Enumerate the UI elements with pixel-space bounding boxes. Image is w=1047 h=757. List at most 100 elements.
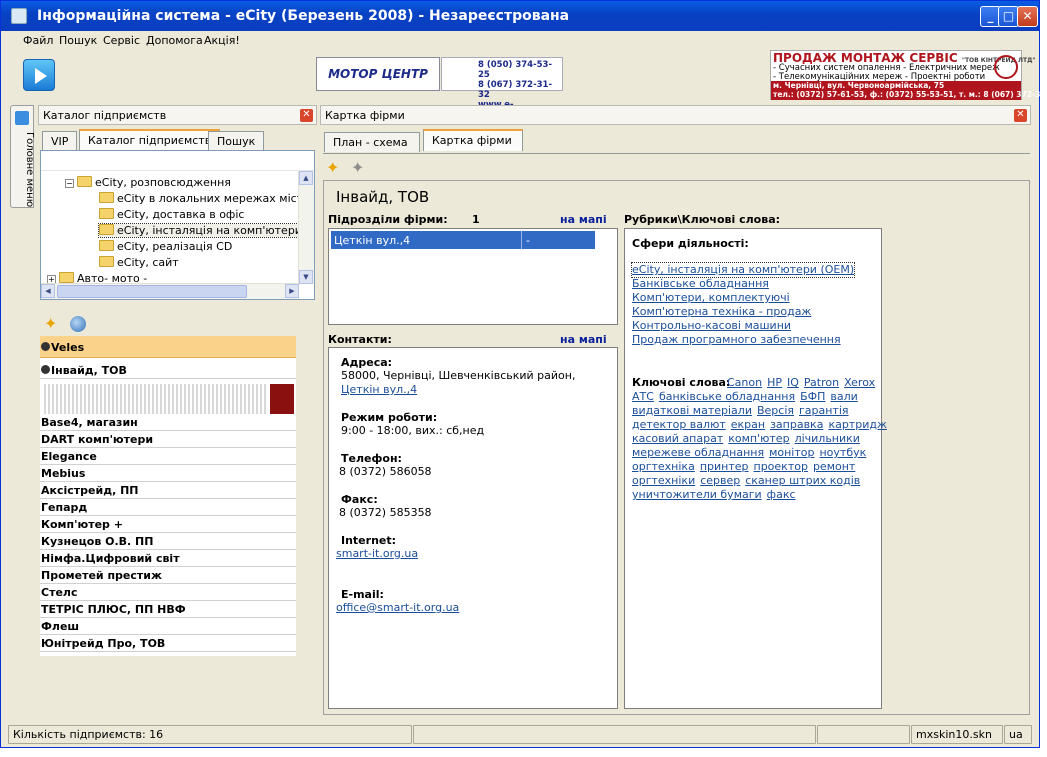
menu-service[interactable]: Сервіс [103, 34, 140, 47]
address-link[interactable]: Цеткін вул.,4 [341, 383, 417, 397]
keyword-link[interactable]: ремонт [813, 460, 855, 473]
menu-file[interactable]: Файл [23, 34, 53, 47]
tree-node[interactable]: − eCity, розповсюдження [65, 176, 231, 189]
tree-node-selected[interactable]: eCity, інсталяція на комп'ютери (OEM) [98, 223, 299, 238]
firm-list-item[interactable]: Base4, магазин [40, 414, 296, 431]
subdivisions-map-link[interactable]: на мапі [560, 213, 607, 226]
firm-list-item[interactable]: DART комп'ютери [40, 431, 296, 448]
firm-name: Кузнецов О.В. ПП [41, 535, 154, 548]
ad-phones[interactable]: 8 (050) 374-53-25 8 (067) 372-31-32 www.… [441, 57, 563, 120]
sphere-link[interactable]: Контрольно-касові машини [632, 319, 791, 333]
collapse-icon[interactable]: − [65, 179, 74, 188]
keyword-link[interactable]: екран [731, 418, 765, 431]
add-favorite-icon[interactable]: ✦ [326, 160, 342, 176]
tab-firm-card[interactable]: Картка фірми [423, 129, 523, 151]
sphere-link[interactable]: Комп'ютерна техніка - продаж [632, 305, 811, 319]
title-bar[interactable]: Інформаційна система - eCity (Березень 2… [1, 1, 1039, 31]
firm-list-item[interactable]: Elegance [40, 448, 296, 465]
catalog-tree[interactable]: − eCity, розповсюдження eCity в локальних… [40, 150, 315, 300]
sphere-link[interactable]: Банківське обладнання [632, 277, 769, 291]
keyword-link[interactable]: уничтожители бумаги [632, 488, 762, 501]
firm-list-item[interactable]: Німфа.Цифровий світ [40, 550, 296, 567]
tree-node[interactable]: eCity, доставка в офіс [99, 208, 244, 221]
keyword-link[interactable]: сканер штрих кодів [745, 474, 860, 487]
keyword-link[interactable]: принтер [700, 460, 749, 473]
globe-icon[interactable] [70, 316, 86, 332]
subdivision-row[interactable]: Цеткін вул.,4 - [331, 231, 595, 249]
internet-link[interactable]: smart-it.org.ua [336, 547, 418, 561]
tree-node[interactable]: eCity, сайт [99, 256, 179, 269]
ad-motor-center[interactable]: МОТОР ЦЕНТР [316, 57, 440, 91]
scroll-thumb[interactable] [57, 285, 247, 298]
keyword-link[interactable]: монітор [769, 446, 814, 459]
keyword-link[interactable]: картридж [828, 418, 886, 431]
remove-favorite-icon[interactable]: ✦ [351, 160, 367, 176]
tree-node[interactable]: eCity, реалізація CD [99, 240, 232, 253]
keyword-link[interactable]: HP [767, 376, 782, 389]
keyword-link[interactable]: гарантія [799, 404, 849, 417]
keyword-link[interactable]: оргтехніки [632, 474, 695, 487]
menu-help[interactable]: Допомога [146, 34, 203, 47]
firm-list-item[interactable]: Кузнецов О.В. ПП [40, 533, 296, 550]
keyword-link[interactable]: Xerox [844, 376, 875, 389]
ad-banner-right[interactable]: ПРОДАЖ МОНТАЖ СЕРВІС "ТОВ КІНТРЕЙД ЛТД" … [770, 50, 1047, 100]
keyword-link[interactable]: лічильники [795, 432, 860, 445]
tab-catalog[interactable]: Каталог підприємств [79, 129, 221, 151]
contacts-map-link[interactable]: на мапі [560, 333, 607, 346]
tree-vertical-scrollbar[interactable]: ▲ ▼ [298, 171, 314, 284]
keyword-link[interactable]: АТС [632, 390, 654, 403]
scroll-right-icon[interactable]: ▶ [285, 284, 299, 298]
firm-list-item[interactable]: Гепард [40, 499, 296, 516]
firm-list-item[interactable]: Стелс [40, 584, 296, 601]
menu-promo[interactable]: Акція! [204, 34, 240, 47]
tree-node[interactable]: eCity в локальних мережах міста [99, 192, 310, 205]
firm-list-item[interactable]: Комп'ютер + [40, 516, 296, 533]
scroll-up-icon[interactable]: ▲ [299, 171, 313, 185]
keyword-link[interactable]: банківське обладнання [659, 390, 795, 403]
keyword-link[interactable]: Patron [804, 376, 839, 389]
scroll-down-icon[interactable]: ▼ [299, 270, 313, 284]
favorite-star-icon[interactable]: ✦ [44, 316, 60, 332]
firm-list-item[interactable]: Mebius [40, 465, 296, 482]
sphere-link[interactable]: eCity, інсталяція на комп'ютери (OEM) [630, 262, 856, 278]
keyword-link[interactable]: проектор [754, 460, 808, 473]
tree-horizontal-scrollbar[interactable]: ◀ ▶ [41, 283, 299, 299]
firm-list-item[interactable]: ТЕТРІС ПЛЮС, ПП НВФ [40, 601, 296, 618]
keyword-link[interactable]: мережеве обладнання [632, 446, 764, 459]
keyword-link[interactable]: IQ [787, 376, 799, 389]
firm-list-item[interactable]: Аксістрейд, ПП [40, 482, 296, 499]
keyword-link[interactable]: комп'ютер [728, 432, 789, 445]
close-button[interactable]: ✕ [1017, 6, 1038, 27]
close-card-icon[interactable]: ✕ [1014, 109, 1027, 122]
tab-plan-scheme[interactable]: План - схема [324, 132, 420, 152]
maximize-button[interactable]: □ [998, 6, 1019, 27]
tree-filter-field[interactable] [41, 151, 314, 171]
keyword-link[interactable]: сервер [700, 474, 740, 487]
keyword-link[interactable]: оргтехніка [632, 460, 695, 473]
keyword-link[interactable]: видаткові матеріали [632, 404, 752, 417]
keyword-link[interactable]: детектор валют [632, 418, 726, 431]
firm-list-item[interactable]: Прометей престиж [40, 567, 296, 584]
firm-list-item[interactable]: Флеш [40, 618, 296, 635]
tab-vip[interactable]: VIP [42, 131, 78, 151]
keyword-link[interactable]: факс [767, 488, 796, 501]
email-link[interactable]: office@smart-it.org.ua [336, 601, 459, 615]
keyword-link[interactable]: вали [830, 390, 857, 403]
tab-search[interactable]: Пошук [208, 131, 265, 151]
close-catalog-icon[interactable]: ✕ [300, 109, 313, 122]
sphere-link[interactable]: Продаж програмного забезпечення [632, 333, 841, 347]
keyword-link[interactable]: Canon [727, 376, 762, 389]
scroll-left-icon[interactable]: ◀ [41, 284, 55, 298]
firm-list-item[interactable]: Юнітрейд Про, ТОВ [40, 635, 296, 652]
sphere-link[interactable]: Комп'ютери, комплектуючі [632, 291, 790, 305]
keyword-link[interactable]: БФП [800, 390, 825, 403]
keyword-link[interactable]: ноутбук [819, 446, 866, 459]
main-menu-vertical-tab[interactable]: Головне меню [10, 105, 35, 208]
keyword-link[interactable]: Версія [757, 404, 794, 417]
keyword-link[interactable]: заправка [770, 418, 823, 431]
firm-list-item[interactable]: Інвайд, ТОВ [40, 362, 296, 379]
keyword-link[interactable]: касовий апарат [632, 432, 723, 445]
firm-list-item[interactable]: Veles [40, 336, 296, 358]
play-icon[interactable] [23, 59, 55, 91]
menu-search[interactable]: Пошук [59, 34, 97, 47]
